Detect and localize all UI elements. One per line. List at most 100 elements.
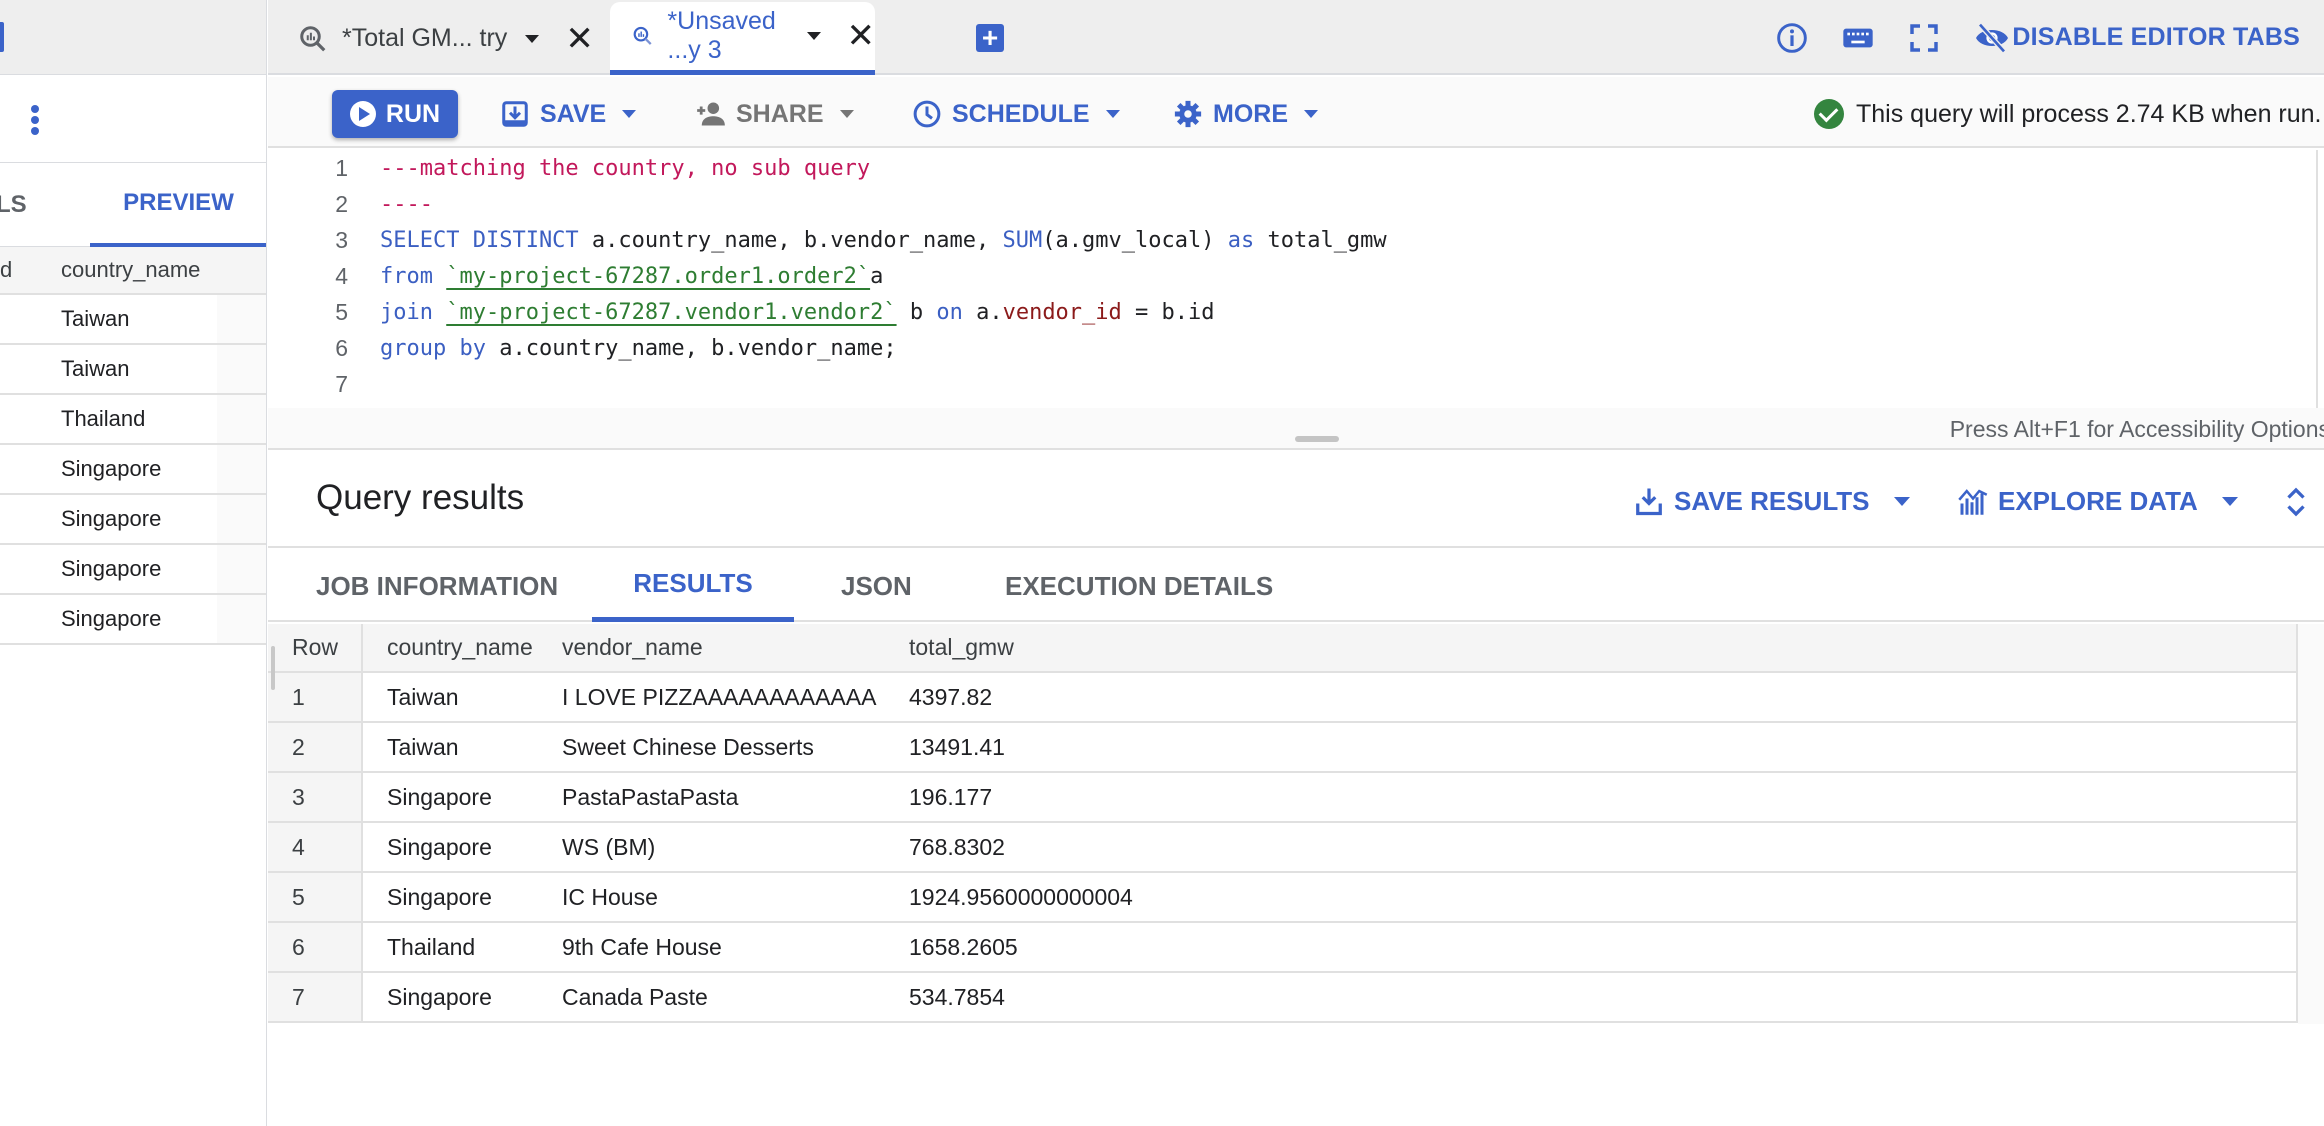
keyboard-icon[interactable] <box>1842 22 1874 54</box>
save-results-label: SAVE RESULTS <box>1674 485 1870 516</box>
schedule-button[interactable]: SCHEDULE <box>912 90 1120 138</box>
save-results-button[interactable]: SAVE RESULTS <box>1634 480 1910 522</box>
more-vert-icon[interactable] <box>30 105 40 135</box>
tab-menu-dropdown-icon[interactable] <box>806 32 821 40</box>
share-button[interactable]: SHARE <box>696 90 854 138</box>
code-line[interactable]: 3 SELECT DISTINCT a.country_name, b.vendo… <box>268 222 1387 258</box>
results-scrollbar[interactable] <box>271 646 275 690</box>
editor-footer: Press Alt+F1 for Accessibility Options <box>268 408 2324 450</box>
schedule-label: SCHEDULE <box>952 99 1090 128</box>
country-name-cell: Singapore <box>387 883 492 910</box>
table-row[interactable]: 5 Singapore IC House 1924.9560000000004 <box>268 873 2296 923</box>
explore-data-label: EXPLORE DATA <box>1998 485 2198 516</box>
disable-editor-tabs-button[interactable]: DISABLE EDITOR TABS <box>1974 22 2300 54</box>
explorer-collapse-handle[interactable] <box>0 22 4 52</box>
code-token: as <box>1227 227 1255 253</box>
info-icon[interactable] <box>1776 22 1808 54</box>
insights-chart-icon <box>1958 489 1988 515</box>
table-row[interactable]: 2 Taiwan Sweet Chinese Desserts 13491.41 <box>268 723 2296 773</box>
preview-table-row[interactable]: Taiwan <box>0 295 266 345</box>
preview-table-row[interactable]: Singapore <box>0 445 266 495</box>
query-validator: This query will process 2.74 KB when run… <box>1814 90 2322 138</box>
tab-job-information[interactable]: JOB INFORMATION <box>316 550 558 622</box>
preview-table-row[interactable]: Singapore <box>0 545 266 595</box>
preview-cell-shade <box>217 345 266 393</box>
table-row[interactable]: 1 Taiwan I LOVE PIZZAAAAAAAAAAAA 4397.82 <box>268 673 2296 723</box>
sql-editor[interactable]: 1 ---matching the country, no sub query 2 -… <box>268 150 2318 408</box>
preview-cell-shade <box>217 295 266 343</box>
editor-tab-total-gmv[interactable]: *Total GM... try ✕ <box>298 2 594 75</box>
editor-tab-bar: *Total GM... try ✕ *Unsaved ...y 3 ✕ + D… <box>268 0 2324 75</box>
total-gmw-cell: 768.8302 <box>909 833 1005 860</box>
save-results-dropdown-icon[interactable] <box>1893 496 1910 506</box>
code-text: SELECT DISTINCT a.country_name, b.vendor… <box>380 228 1387 253</box>
preview-cell-shade <box>217 545 266 593</box>
preview-table-row[interactable]: Thailand <box>0 395 266 445</box>
close-tab-icon[interactable]: ✕ <box>847 19 876 53</box>
tab-preview[interactable]: PREVIEW <box>90 163 266 247</box>
download-icon <box>1636 488 1662 516</box>
code-line[interactable]: 1 ---matching the country, no sub query <box>268 150 870 186</box>
code-token: from <box>380 263 433 289</box>
editor-resize-handle[interactable] <box>1295 436 1339 442</box>
line-number: 7 <box>335 370 348 397</box>
line-number: 6 <box>335 334 348 361</box>
line-number: 2 <box>335 190 348 217</box>
country-name-cell: Thailand <box>387 933 476 960</box>
more-button[interactable]: MORE <box>1173 90 1318 138</box>
more-label: MORE <box>1213 99 1288 128</box>
visibility-off-icon <box>1976 22 2009 53</box>
country-name-cell: Singapore <box>387 783 492 810</box>
preview-table-row[interactable]: Singapore <box>0 595 266 645</box>
explore-data-button[interactable]: EXPLORE DATA <box>1958 480 2238 522</box>
country-name-cell: Taiwan <box>387 683 459 710</box>
row-number-cell: 7 <box>268 973 363 1021</box>
unfold-more-icon[interactable] <box>2284 484 2308 520</box>
save-label: SAVE <box>540 99 607 128</box>
country-name-cell: Singapore <box>387 983 492 1010</box>
tab-json[interactable]: JSON <box>841 550 912 622</box>
vendor-name-cell: I LOVE PIZZAAAAAAAAAAAA <box>562 683 877 710</box>
new-tab-plus-icon[interactable]: + <box>976 24 1004 52</box>
share-dropdown-icon[interactable] <box>839 110 854 118</box>
disable-editor-tabs-label: DISABLE EDITOR TABS <box>2012 23 2300 51</box>
more-dropdown-icon[interactable] <box>1304 110 1318 118</box>
code-line[interactable]: 6 group by a.country_name, b.vendor_name; <box>268 330 897 366</box>
vendor-name-cell: PastaPastaPasta <box>562 783 739 810</box>
code-token: a.country_name, b.vendor_name; <box>485 335 897 361</box>
code-line[interactable]: 7 <box>268 366 380 402</box>
table-row[interactable]: 4 Singapore WS (BM) 768.8302 <box>268 823 2296 873</box>
editor-tab-unsaved[interactable]: *Unsaved ...y 3 ✕ <box>610 2 875 75</box>
total-gmw-cell: 196.177 <box>909 783 993 810</box>
code-token: a. <box>962 299 1003 325</box>
total-gmw-cell: 1924.9560000000004 <box>909 883 1133 910</box>
run-label: RUN <box>385 99 441 128</box>
preview-table-row[interactable]: Singapore <box>0 495 266 545</box>
tab-menu-dropdown-icon[interactable] <box>525 34 540 43</box>
code-line[interactable]: 4 from `my-project-67287.order1.order2`a <box>268 258 883 294</box>
results-side-gutter <box>2298 624 2324 1024</box>
tab-details[interactable]: AILS <box>0 163 27 247</box>
run-button[interactable]: RUN <box>332 90 458 138</box>
query-toolbar: RUN SAVE SHARE SCHEDULE MORE This query … <box>268 77 2324 148</box>
table-row[interactable]: 3 Singapore PastaPastaPasta 196.177 <box>268 773 2296 823</box>
save-button[interactable]: SAVE <box>500 90 637 138</box>
preview-col-header: d <box>0 257 13 282</box>
schedule-dropdown-icon[interactable] <box>1105 110 1120 118</box>
preview-table-row[interactable]: Taiwan <box>0 345 266 395</box>
explore-data-dropdown-icon[interactable] <box>2221 496 2238 506</box>
table-row[interactable]: 7 Singapore Canada Paste 534.7854 <box>268 973 2296 1023</box>
tab-results[interactable]: RESULTS <box>592 550 794 622</box>
code-line[interactable]: 2 ---- <box>268 186 433 222</box>
share-label: SHARE <box>736 99 824 128</box>
preview-cell-shade <box>217 445 266 493</box>
tab-execution-details[interactable]: EXECUTION DETAILS <box>1005 550 1273 622</box>
close-tab-icon[interactable]: ✕ <box>565 22 594 56</box>
preview-col-header: country_name <box>61 257 201 282</box>
save-dropdown-icon[interactable] <box>622 110 637 118</box>
table-row[interactable]: 6 Thailand 9th Cafe House 1658.2605 <box>268 923 2296 973</box>
code-line[interactable]: 5 join `my-project-67287.vendor1.vendor2`… <box>268 294 1214 330</box>
fullscreen-icon[interactable] <box>1908 22 1940 54</box>
